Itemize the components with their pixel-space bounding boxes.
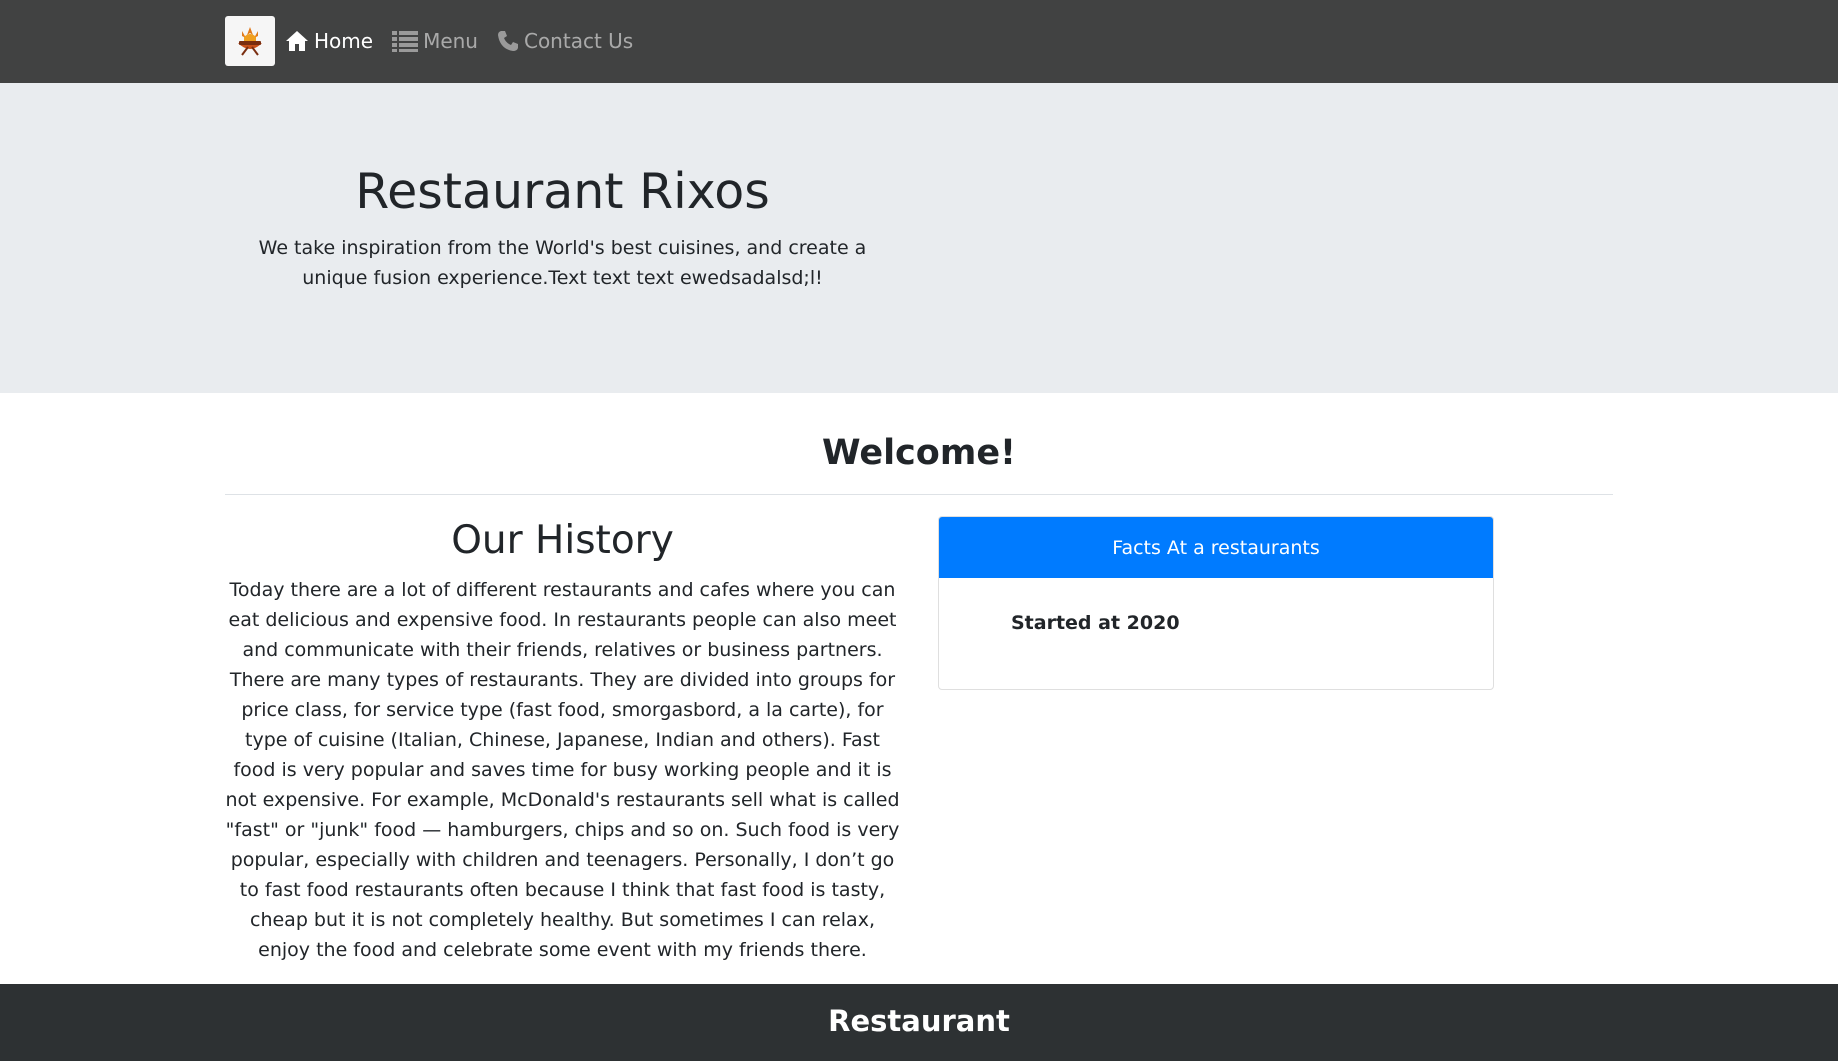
restaurant-logo-icon[interactable] [225, 16, 275, 66]
facts-item: Started at 2020 [1011, 612, 1180, 634]
phone-icon [497, 31, 518, 51]
nav-contact-link[interactable]: Contact Us [497, 29, 633, 53]
section-divider [225, 494, 1613, 495]
hero-section: Restaurant Rixos We take inspiration fro… [0, 83, 1838, 393]
list-icon [392, 31, 419, 52]
footer-title: Restaurant [828, 1004, 1010, 1038]
nav-home-label: Home [314, 29, 374, 53]
nav-menu-link[interactable]: Menu [392, 29, 478, 53]
facts-card-header: Facts At a restaurants [939, 517, 1493, 578]
welcome-heading: Welcome! [821, 433, 1017, 473]
footer: Restaurant [0, 984, 1838, 1061]
nav-menu-label: Menu [423, 29, 478, 53]
hero-text: We take inspiration from the World's bes… [258, 237, 867, 289]
nav-home-link[interactable]: Home [285, 29, 373, 53]
hero-title: Restaurant Rixos [355, 163, 770, 220]
history-text: Today there are a lot of different resta… [225, 579, 900, 961]
navbar-content: Home Menu Contact Us [225, 16, 652, 66]
facts-card: Facts At a restaurants Started at 2020 [938, 516, 1494, 690]
nav-contact-label: Contact Us [523, 29, 634, 53]
home-icon [286, 31, 308, 51]
navbar: Home Menu Contact Us [0, 0, 1838, 83]
history-title: Our History [451, 518, 674, 563]
